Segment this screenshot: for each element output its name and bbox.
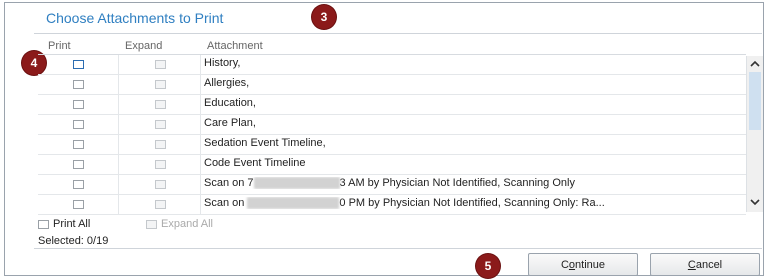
table-row[interactable]: Scan on 0 PM by Physician Not Identified… [38,195,746,215]
redacted-date [253,177,340,190]
attachment-name-end: 0 PM by Physician Not Identified, Scanni… [339,197,605,209]
selected-count: Selected: 0/19 [38,235,109,247]
attachment-name-end: 3 AM by Physician Not Identified, Scanni… [339,177,575,189]
callout-5: 5 [476,254,500,278]
attachment-name: Sedation Event Timeline, [204,137,326,149]
dialog-title: Choose Attachments to Print [46,10,224,26]
table-row[interactable]: Sedation Event Timeline, [38,135,746,155]
expand-checkbox[interactable] [154,160,166,169]
attachment-name: History, [204,57,241,69]
print-checkbox[interactable] [72,200,84,209]
column-header-expand: Expand [125,40,163,52]
print-checkbox[interactable] [72,60,84,69]
attachment-name: Education, [204,97,256,109]
expand-checkbox[interactable] [154,140,166,149]
print-checkbox[interactable] [72,100,84,109]
attachment-name-start: Scan on [204,197,248,209]
attachment-name-start: Scan on 7 [204,177,254,189]
expand-checkbox[interactable] [154,200,166,209]
expand-checkbox[interactable] [154,180,166,189]
expand-checkbox[interactable] [154,80,166,89]
column-header-print: Print [48,40,71,52]
print-checkbox[interactable] [72,140,84,149]
print-all-label: Print All [53,218,91,230]
footer-divider [34,248,762,249]
expand-all-option[interactable]: Expand All [146,218,213,230]
print-checkbox[interactable] [72,160,84,169]
attachment-name: Code Event Timeline [204,157,306,169]
redacted-date [247,197,340,210]
attachment-name: Care Plan, [204,117,256,129]
print-all-option[interactable]: Print All [38,218,90,230]
table-row[interactable]: Care Plan, [38,115,746,135]
scroll-thumb[interactable] [749,72,761,130]
table-row[interactable]: Code Event Timeline [38,155,746,175]
chevron-down-icon[interactable] [747,198,763,208]
table-row[interactable]: History, [38,55,746,75]
table-row[interactable]: Scan on 7 3 AM by Physician Not Identifie… [38,175,746,195]
chevron-up-icon[interactable] [747,60,763,70]
print-checkbox[interactable] [72,180,84,189]
callout-3: 3 [312,5,336,29]
table-row[interactable]: Allergies, [38,75,746,95]
attachment-name: Allergies, [204,77,250,89]
attachments-table: History, Allergies, Education, Care Plan… [38,54,746,215]
expand-checkbox[interactable] [154,100,166,109]
print-checkbox[interactable] [72,80,84,89]
attachment-name: Scan on 7 3 AM by Physician Not Identifie… [204,177,740,190]
print-all-checkbox[interactable] [38,219,49,229]
cancel-button[interactable]: Cancel [650,253,760,276]
expand-checkbox[interactable] [154,60,166,69]
print-checkbox[interactable] [72,120,84,129]
expand-all-label: Expand All [161,218,213,230]
continue-button[interactable]: Co ntinue [528,253,638,276]
title-divider [34,33,762,34]
table-row[interactable]: Education, [38,95,746,115]
table-scrollbar[interactable] [746,56,763,212]
expand-checkbox[interactable] [154,120,166,129]
column-header-attachment: Attachment [207,40,263,52]
expand-all-checkbox[interactable] [146,219,157,229]
attachment-name: Scan on 0 PM by Physician Not Identified… [204,197,740,210]
